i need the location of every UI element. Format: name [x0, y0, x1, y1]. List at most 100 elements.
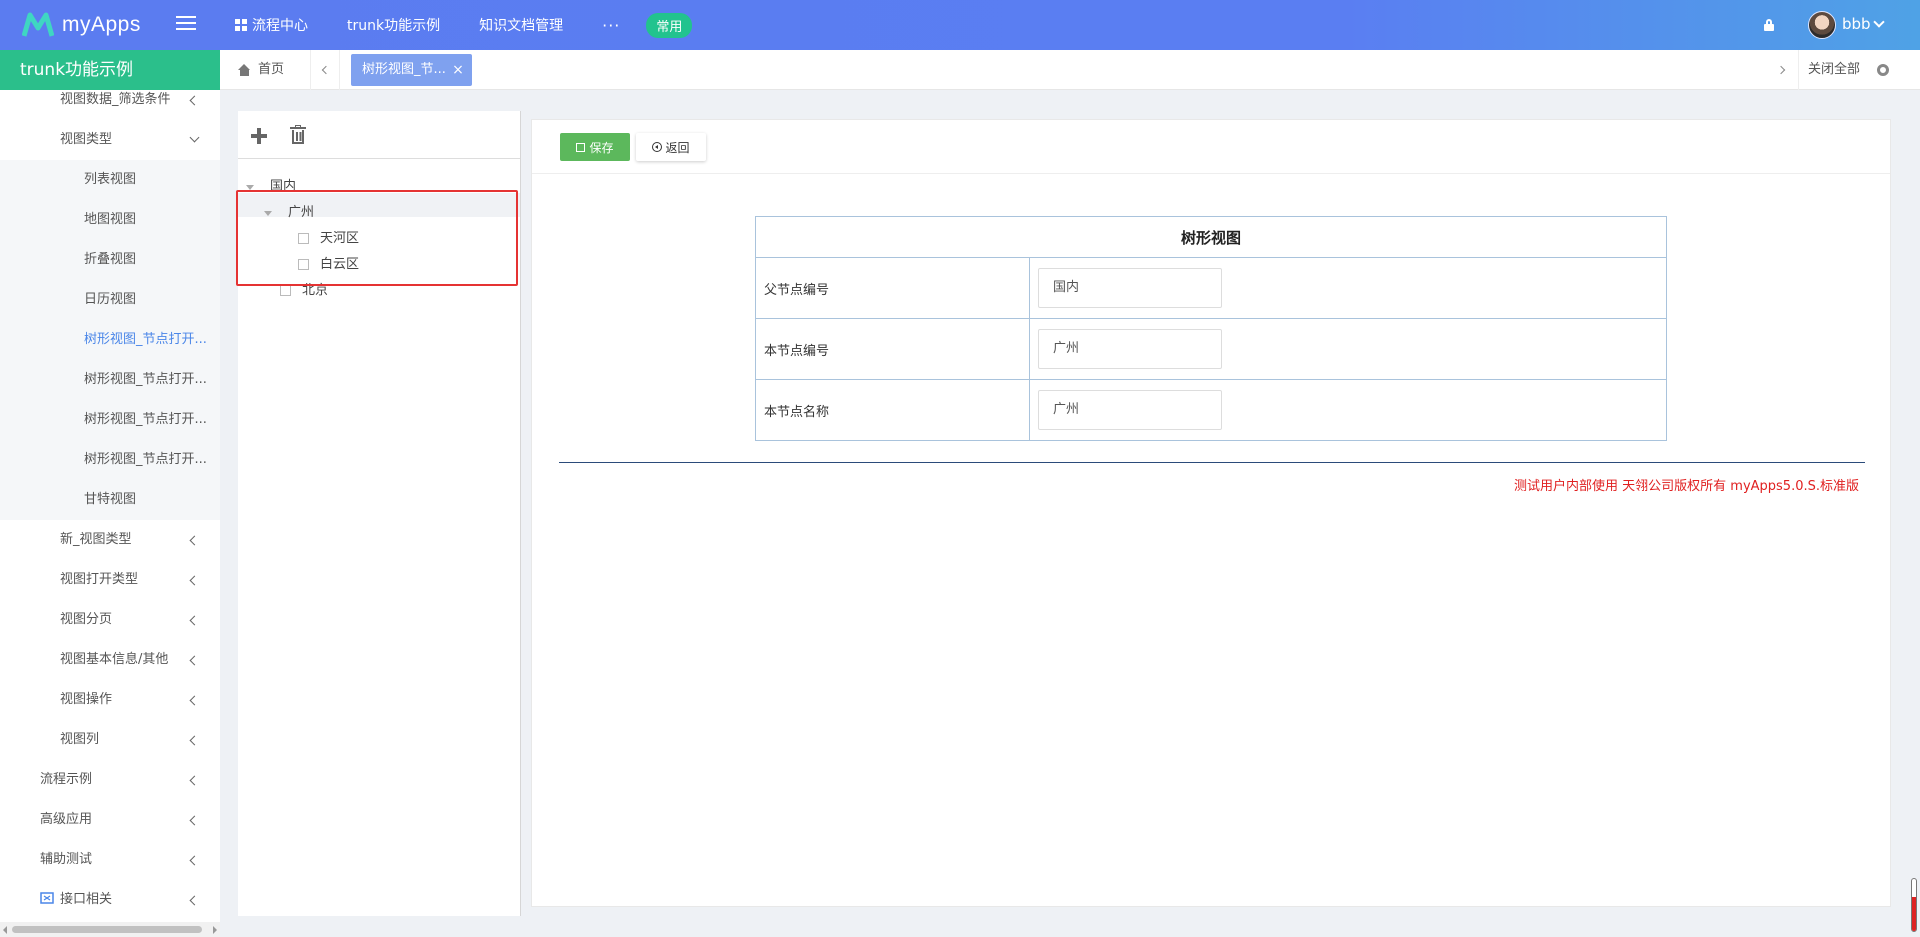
add-icon[interactable]	[251, 128, 267, 144]
tabs-scroll-right-button[interactable]	[1769, 50, 1799, 90]
sidebar-item-filter[interactable]: 视图数据_筛选条件	[0, 90, 220, 120]
chevron-left-icon	[189, 775, 200, 786]
scrollbar-thumb[interactable]	[12, 926, 202, 933]
nav-item-workflow[interactable]: 流程中心	[235, 15, 308, 35]
checkbox[interactable]	[298, 259, 309, 270]
sidebar-item-api[interactable]: 接口相关	[0, 880, 220, 920]
chevron-left-icon	[189, 855, 200, 866]
scroll-right-icon[interactable]	[213, 926, 217, 934]
save-label: 保存	[589, 140, 614, 155]
sidebar-item-open-type[interactable]: 视图打开类型	[0, 560, 220, 600]
tab-label: 首页	[258, 62, 285, 77]
form-table: 树形视图 父节点编号 国内 本节点编号 广州 本节点名称 广州	[755, 216, 1667, 441]
footer-divider	[559, 462, 1865, 463]
expand-icon[interactable]	[264, 211, 272, 216]
sidebar-item-label: 列表视图	[84, 172, 137, 187]
tree-node-tianhe[interactable]: 天河区	[320, 227, 359, 251]
nav-item-label: trunk功能示例	[347, 18, 441, 34]
lock-icon[interactable]	[1764, 19, 1774, 31]
table-row: 本节点名称 广州	[755, 379, 1667, 441]
sidebar-item-operations[interactable]: 视图操作	[0, 680, 220, 720]
sidebar-item-label: 甘特视图	[84, 492, 137, 507]
sidebar-item-label: 视图分页	[60, 612, 113, 627]
app-logo[interactable]: myApps	[22, 10, 141, 40]
sidebar: 视图数据_筛选条件 视图类型 列表视图 地图视图 折叠视图 日历视图 树形视图_…	[0, 90, 220, 922]
trash-icon[interactable]	[290, 125, 306, 144]
more-icon[interactable]: ···	[602, 16, 620, 35]
sidebar-item-label: 日历视图	[84, 292, 137, 307]
tree-node-baiyun[interactable]: 白云区	[320, 253, 359, 277]
scroll-left-icon[interactable]	[3, 926, 7, 934]
tabs-scroll-left-button[interactable]	[310, 50, 340, 90]
chevron-down-icon[interactable]	[1873, 16, 1885, 28]
back-button[interactable]: 返回	[636, 133, 706, 161]
tree-node-guangzhou[interactable]: 广州	[288, 201, 314, 225]
close-icon[interactable]: ×	[452, 54, 464, 86]
close-all-button[interactable]: 关闭全部	[1808, 50, 1860, 90]
sidebar-item-tree-view-2[interactable]: 树形视图_节点打开...	[0, 360, 220, 400]
avatar[interactable]	[1808, 11, 1836, 39]
chevron-left-icon	[189, 655, 200, 666]
sidebar-item-calendar-view[interactable]: 日历视图	[0, 280, 220, 320]
save-icon	[576, 142, 586, 152]
sidebar-item-paging[interactable]: 视图分页	[0, 600, 220, 640]
sidebar-item-aux-test[interactable]: 辅助测试	[0, 840, 220, 880]
expand-icon[interactable]	[246, 185, 254, 190]
sidebar-item-list-view[interactable]: 列表视图	[0, 160, 220, 200]
common-button[interactable]: 常用	[646, 12, 693, 38]
logo-m-icon	[22, 12, 54, 37]
tree-node-domestic[interactable]: 国内	[270, 175, 296, 199]
checkbox[interactable]	[280, 285, 291, 296]
sidebar-item-workflow-examples[interactable]: 流程示例	[0, 760, 220, 800]
chevron-right-icon	[1776, 65, 1786, 75]
logo-text: myApps	[62, 13, 141, 36]
sidebar-item-tree-view-1[interactable]: 树形视图_节点打开...	[0, 320, 220, 360]
sidebar-item-label: 地图视图	[84, 212, 137, 227]
tabs-bar: 首页 树形视图_节... × 关闭全部	[220, 50, 1920, 90]
chevron-left-icon	[321, 65, 331, 75]
table-row: 父节点编号 国内	[755, 257, 1667, 319]
tab-tree-view[interactable]: 树形视图_节... ×	[351, 54, 472, 86]
nav-item-trunk[interactable]: trunk功能示例	[347, 15, 440, 35]
form-title: 树形视图	[755, 216, 1667, 258]
sidebar-item-tree-view-4[interactable]: 树形视图_节点打开...	[0, 440, 220, 480]
menu-toggle-icon[interactable]	[176, 16, 196, 34]
table-row: 本节点编号 广州	[755, 318, 1667, 380]
copyright-text: 测试用户内部使用 天翎公司版权所有 myApps5.0.S.标准版	[1514, 479, 1859, 494]
back-icon	[652, 142, 663, 152]
sidebar-item-tree-view-3[interactable]: 树形视图_节点打开...	[0, 400, 220, 440]
sidebar-item-new-view-type[interactable]: 新_视图类型	[0, 520, 220, 560]
chevron-left-icon	[189, 575, 200, 586]
node-id-field[interactable]: 广州	[1038, 329, 1222, 369]
sidebar-item-map-view[interactable]: 地图视图	[0, 200, 220, 240]
sidebar-item-basic-info[interactable]: 视图基本信息/其他	[0, 640, 220, 680]
tree-toolbar	[238, 111, 520, 159]
tree-node-beijing[interactable]: 北京	[302, 279, 328, 303]
sidebar-item-fold-view[interactable]: 折叠视图	[0, 240, 220, 280]
panel-divider[interactable]	[520, 111, 521, 916]
nav-item-knowledge[interactable]: 知识文档管理	[479, 15, 563, 35]
sidebar-item-label: 辅助测试	[40, 852, 93, 867]
sidebar-item-advanced[interactable]: 高级应用	[0, 800, 220, 840]
field-label: 本节点编号	[755, 318, 1030, 380]
save-button[interactable]: 保存	[560, 133, 630, 161]
form-panel: 保存 返回 树形视图 父节点编号 国内 本节点编号 广州 本节点名称 广州 测试…	[531, 119, 1891, 907]
sidebar-horizontal-scrollbar[interactable]	[0, 922, 220, 937]
user-name[interactable]: bbb	[1842, 15, 1871, 33]
node-name-field[interactable]: 广州	[1038, 390, 1222, 430]
nav-item-label: 知识文档管理	[479, 18, 564, 34]
chevron-left-icon	[189, 735, 200, 746]
gear-icon[interactable]	[1877, 64, 1889, 76]
sidebar-item-label: 流程示例	[40, 772, 93, 787]
checkbox[interactable]	[298, 233, 309, 244]
sidebar-item-label: 视图基本信息/其他	[60, 652, 169, 667]
sidebar-item-view-types[interactable]: 视图类型	[0, 120, 220, 160]
sidebar-item-columns[interactable]: 视图列	[0, 720, 220, 760]
parent-node-id-field[interactable]: 国内	[1038, 268, 1222, 308]
interface-icon	[40, 892, 54, 904]
sidebar-item-gantt-view[interactable]: 甘特视图	[0, 480, 220, 520]
tab-home[interactable]: 首页	[238, 50, 284, 90]
chevron-left-icon	[189, 895, 200, 906]
sidebar-item-label: 树形视图_节点打开...	[84, 452, 207, 467]
form-toolbar: 保存 返回	[532, 120, 1890, 174]
